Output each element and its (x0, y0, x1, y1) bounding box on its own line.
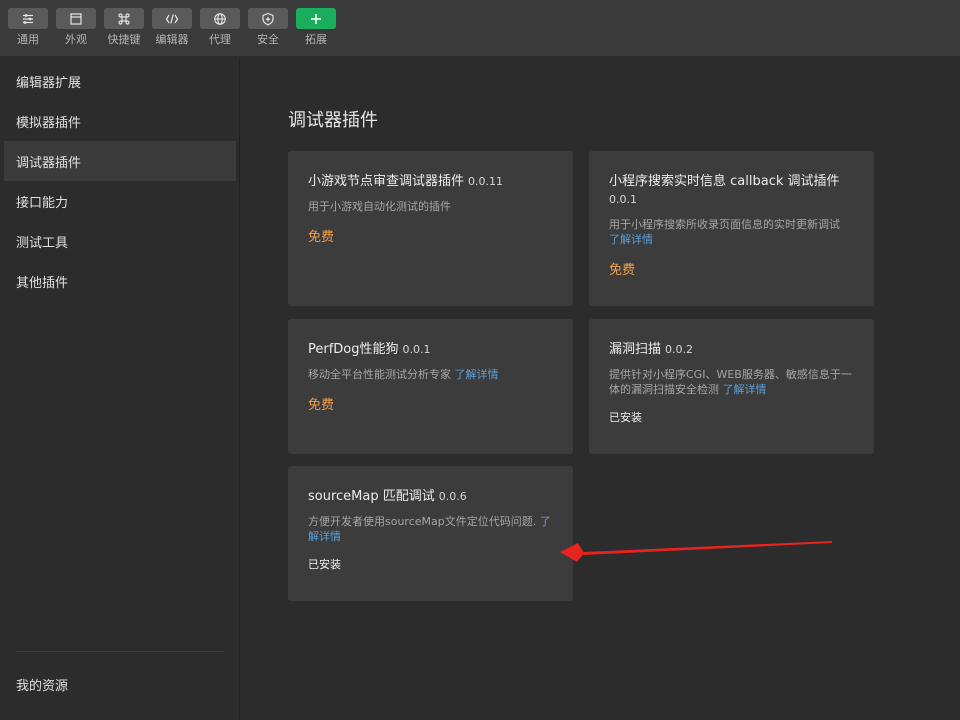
toolbar-label: 快捷键 (107, 33, 141, 46)
plugin-name: PerfDog性能狗 (308, 342, 399, 357)
toolbar-proxy-button[interactable]: 代理 (200, 8, 240, 52)
plugin-description-text: 用于小游戏自动化测试的插件 (308, 200, 451, 213)
plugin-card[interactable]: PerfDog性能狗 0.0.1 移动全平台性能测试分析专家 了解详情 免费 (288, 319, 573, 454)
plugin-title: 小程序搜索实时信息 callback 调试插件 0.0.1 (609, 173, 854, 209)
sidebar-item-api-capabilities[interactable]: 接口能力 (4, 181, 236, 221)
plugin-price: 免费 (609, 263, 636, 278)
plugin-price: 免费 (308, 398, 335, 413)
plugin-description: 用于小游戏自动化测试的插件 (308, 199, 553, 214)
plugin-name: sourceMap 匹配调试 (308, 489, 435, 504)
plugin-version: 0.0.6 (438, 490, 467, 503)
toolbar-label: 拓展 (305, 33, 327, 46)
sidebar-divider (16, 651, 224, 652)
plugin-installed-status: 已安装 (308, 558, 341, 571)
plugin-card[interactable]: sourceMap 匹配调试 0.0.6 方便开发者使用sourceMap文件定位… (288, 466, 573, 601)
sidebar-item-editor-extensions[interactable]: 编辑器扩展 (4, 61, 236, 101)
toolbar-security-button[interactable]: 安全 (248, 8, 288, 52)
sidebar-item-simulator-plugins[interactable]: 模拟器插件 (4, 101, 236, 141)
window-icon (56, 8, 96, 29)
plugin-card[interactable]: 小游戏节点审查调试器插件 0.0.11 用于小游戏自动化测试的插件 免费 (288, 151, 573, 306)
toolbar-label: 安全 (257, 33, 279, 46)
toolbar-appearance-button[interactable]: 外观 (56, 8, 96, 52)
toolbar-general-button[interactable]: 通用 (8, 8, 48, 52)
sidebar: 编辑器扩展 模拟器插件 调试器插件 接口能力 测试工具 其他插件 我的资源 (0, 58, 240, 720)
plugin-description: 移动全平台性能测试分析专家 了解详情 (308, 367, 553, 382)
learn-more-link[interactable]: 了解详情 (609, 233, 653, 246)
plugin-description: 方便开发者使用sourceMap文件定位代码问题. 了解详情 (308, 514, 553, 544)
plugin-title: 小游戏节点审查调试器插件 0.0.11 (308, 173, 553, 191)
plugin-title: 漏洞扫描 0.0.2 (609, 341, 854, 359)
main-panel: 调试器插件 小游戏节点审查调试器插件 0.0.11 用于小游戏自动化测试的插件 免… (241, 58, 960, 720)
sidebar-item-test-tools[interactable]: 测试工具 (4, 221, 236, 261)
top-toolbar: 通用 外观 快捷键 编辑器 代理 安全 拓展 (0, 0, 960, 57)
toolbar-label: 编辑器 (155, 33, 189, 46)
command-icon (104, 8, 144, 29)
sidebar-item-other-plugins[interactable]: 其他插件 (4, 261, 236, 301)
plugin-installed-status: 已安装 (609, 411, 642, 424)
toolbar-editor-button[interactable]: 编辑器 (152, 8, 192, 52)
learn-more-link[interactable]: 了解详情 (455, 368, 499, 381)
toolbar-shortcuts-button[interactable]: 快捷键 (104, 8, 144, 52)
plugin-version: 0.0.1 (609, 193, 637, 206)
plugin-card[interactable]: 漏洞扫描 0.0.2 提供针对小程序CGI、WEB服务器、敏感信息于一体的漏洞扫描… (589, 319, 874, 454)
plugin-name: 小游戏节点审查调试器插件 (308, 174, 465, 189)
toolbar-label: 外观 (65, 33, 87, 46)
toolbar-label: 通用 (17, 33, 39, 46)
plugin-title: sourceMap 匹配调试 0.0.6 (308, 488, 553, 506)
shield-icon (248, 8, 288, 29)
globe-icon (200, 8, 240, 29)
sliders-icon (8, 8, 48, 29)
plugin-price: 免费 (308, 230, 335, 245)
plugin-version: 0.0.2 (665, 343, 694, 356)
toolbar-extensions-button[interactable]: 拓展 (296, 8, 336, 52)
plugin-description: 用于小程序搜索所收录页面信息的实时更新调试 了解详情 (609, 217, 854, 247)
page-title: 调试器插件 (288, 110, 378, 131)
plus-icon (296, 8, 336, 29)
plugin-version: 0.0.11 (468, 175, 504, 188)
plugin-title: PerfDog性能狗 0.0.1 (308, 341, 553, 359)
plugin-description-text: 移动全平台性能测试分析专家 (308, 368, 451, 381)
plugin-name: 漏洞扫描 (609, 342, 662, 357)
code-icon (152, 8, 192, 29)
my-resources-link[interactable]: 我的资源 (16, 675, 68, 694)
learn-more-link[interactable]: 了解详情 (723, 383, 767, 396)
plugin-card[interactable]: 小程序搜索实时信息 callback 调试插件 0.0.1 用于小程序搜索所收录… (589, 151, 874, 306)
sidebar-item-debugger-plugins[interactable]: 调试器插件 (4, 141, 236, 181)
plugin-version: 0.0.1 (402, 343, 431, 356)
toolbar-label: 代理 (209, 33, 231, 46)
plugin-description-text: 方便开发者使用sourceMap文件定位代码问题. (308, 515, 537, 528)
plugin-name: 小程序搜索实时信息 callback 调试插件 (609, 174, 840, 189)
plugin-description-text: 用于小程序搜索所收录页面信息的实时更新调试 (609, 218, 840, 231)
plugin-description: 提供针对小程序CGI、WEB服务器、敏感信息于一体的漏洞扫描安全检测 了解详情 (609, 367, 854, 397)
